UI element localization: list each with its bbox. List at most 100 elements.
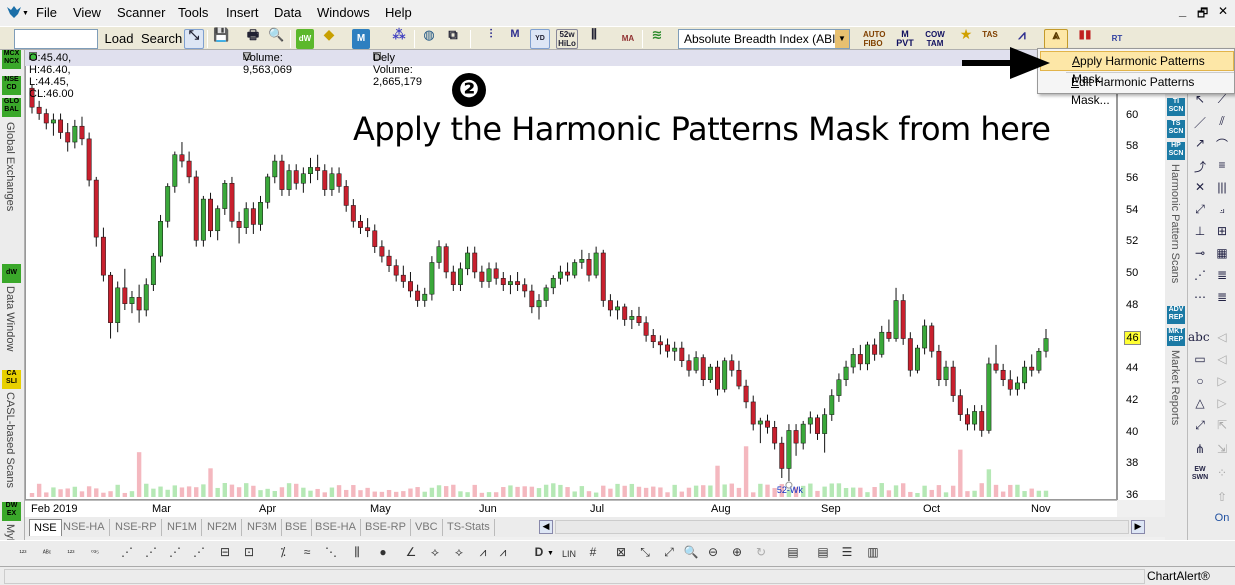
ellipse-tool-icon[interactable]: ○	[1190, 374, 1210, 392]
candle[interactable]	[258, 195, 263, 231]
candle[interactable]	[679, 341, 685, 368]
mcx-ncx-badge[interactable]: MCX NCX	[2, 50, 21, 69]
candle[interactable]	[1036, 348, 1042, 374]
swing-tool-icon[interactable]: ✕	[1190, 180, 1210, 198]
candle[interactable]	[650, 329, 656, 349]
candle[interactable]	[450, 265, 456, 291]
candle[interactable]	[1022, 360, 1028, 390]
symbol-input[interactable]	[14, 29, 98, 49]
candle[interactable]	[722, 357, 728, 393]
menu-data[interactable]: Data	[274, 5, 301, 20]
tab-nse[interactable]: NSE	[29, 519, 62, 536]
candle[interactable]	[150, 252, 156, 291]
tab-bse[interactable]: BSE	[281, 519, 313, 536]
label-q-icon[interactable]: ⊟	[216, 545, 234, 563]
candle[interactable]	[786, 424, 792, 482]
arrow-tool-icon[interactable]: ⤢	[1190, 418, 1210, 436]
candle[interactable]	[772, 420, 778, 450]
candle[interactable]	[186, 151, 192, 184]
candle[interactable]	[1043, 329, 1049, 358]
diamond-tool-icon[interactable]: ◆	[320, 27, 338, 49]
candle[interactable]	[779, 436, 785, 478]
trendline-tool-icon[interactable]: ⟋	[1212, 92, 1232, 110]
candle[interactable]	[143, 278, 149, 317]
candle[interactable]	[300, 167, 306, 193]
dw-ex-badge[interactable]: DW EX	[2, 502, 21, 521]
candle[interactable]	[579, 249, 585, 269]
candle[interactable]	[500, 271, 506, 291]
menu-insert[interactable]: Insert	[226, 5, 259, 20]
candle[interactable]	[843, 360, 849, 387]
indicators-icon[interactable]: ⫼	[585, 28, 603, 49]
candle[interactable]	[343, 180, 349, 212]
candle[interactable]	[950, 360, 956, 402]
ew-swing-badge[interactable]: EW SWN	[1190, 466, 1210, 484]
mkt-rep-badge[interactable]: MKT REP	[1167, 328, 1185, 346]
pivot-button[interactable]: M PVT	[894, 29, 916, 49]
expand-icon[interactable]: ⇧	[1212, 490, 1232, 508]
candle[interactable]	[165, 183, 171, 228]
cursor-tool-icon[interactable]: ⤡	[184, 28, 204, 49]
candle[interactable]	[636, 306, 642, 326]
candle[interactable]	[58, 113, 64, 139]
cow-tam-button[interactable]: COW TAM	[924, 29, 946, 49]
candle[interactable]	[72, 119, 78, 149]
fit-icon[interactable]: ⊠	[612, 545, 630, 563]
angle-tool-icon[interactable]: ∠	[402, 545, 420, 563]
harmonic-abc-icon[interactable]: ⩘	[494, 545, 512, 563]
candle[interactable]	[129, 291, 135, 314]
candle[interactable]	[829, 389, 835, 421]
candle[interactable]	[329, 167, 335, 196]
candle[interactable]	[265, 173, 271, 209]
candle[interactable]	[615, 300, 620, 320]
candle[interactable]	[986, 357, 992, 434]
candle[interactable]	[1014, 376, 1020, 396]
candle[interactable]	[408, 271, 413, 298]
grid-tool-icon[interactable]: ⊞	[1212, 224, 1232, 242]
ts-scan-badge[interactable]: TS SCN	[1167, 120, 1185, 138]
grid-toggle-icon[interactable]: #	[584, 545, 602, 563]
candle[interactable]	[836, 373, 842, 402]
candle[interactable]	[86, 132, 92, 187]
candle[interactable]	[236, 211, 242, 244]
market-reports-tab[interactable]: Market Reports	[1169, 350, 1181, 425]
save-icon[interactable]: 💾	[212, 28, 230, 49]
candle[interactable]	[793, 424, 799, 456]
candle[interactable]	[350, 199, 356, 228]
candle[interactable]	[757, 417, 763, 444]
menu-file[interactable]: File	[36, 5, 57, 20]
casl-scans-tab[interactable]: CASL-based Scans	[4, 392, 16, 488]
horizontal-scrollbar[interactable]	[555, 520, 1129, 534]
wave-4-icon[interactable]: ⋰	[190, 545, 208, 563]
candle[interactable]	[800, 420, 806, 450]
candle[interactable]	[657, 335, 663, 355]
print-preview-icon[interactable]: 🔍	[267, 28, 285, 49]
minimize-button[interactable]: _	[1179, 3, 1186, 18]
nav-right-icon[interactable]: ▷	[1212, 374, 1232, 392]
indicator-chart-icon[interactable]: ≋	[648, 28, 666, 49]
candle[interactable]	[893, 287, 899, 342]
candle[interactable]	[322, 164, 328, 196]
candle[interactable]	[922, 319, 928, 355]
nav-left-icon[interactable]: ◁	[1212, 330, 1232, 348]
ti-scan-badge[interactable]: TI SCN	[1167, 98, 1185, 116]
tab-nf1m[interactable]: NF1M	[163, 519, 202, 536]
casl-badge[interactable]: CA SLI	[2, 370, 21, 389]
pct-tool-icon[interactable]: ⁒	[274, 545, 292, 563]
candle[interactable]	[807, 411, 813, 434]
candle[interactable]	[429, 256, 435, 301]
app-logo-dropdown-icon[interactable]: ▼	[22, 10, 29, 17]
candle[interactable]	[43, 108, 49, 130]
candle[interactable]	[979, 405, 985, 437]
candle[interactable]	[529, 284, 535, 314]
candle[interactable]	[200, 195, 206, 247]
candle[interactable]	[115, 281, 121, 333]
globe-icon[interactable]: ◍	[420, 28, 438, 49]
nse-cd-badge[interactable]: NSE CD	[2, 76, 21, 95]
candle[interactable]	[50, 113, 56, 136]
data-window-badge[interactable]: dW	[2, 264, 21, 283]
candle[interactable]	[358, 214, 363, 234]
candle[interactable]	[993, 344, 999, 374]
candle[interactable]	[458, 262, 463, 291]
candle[interactable]	[1029, 354, 1035, 377]
